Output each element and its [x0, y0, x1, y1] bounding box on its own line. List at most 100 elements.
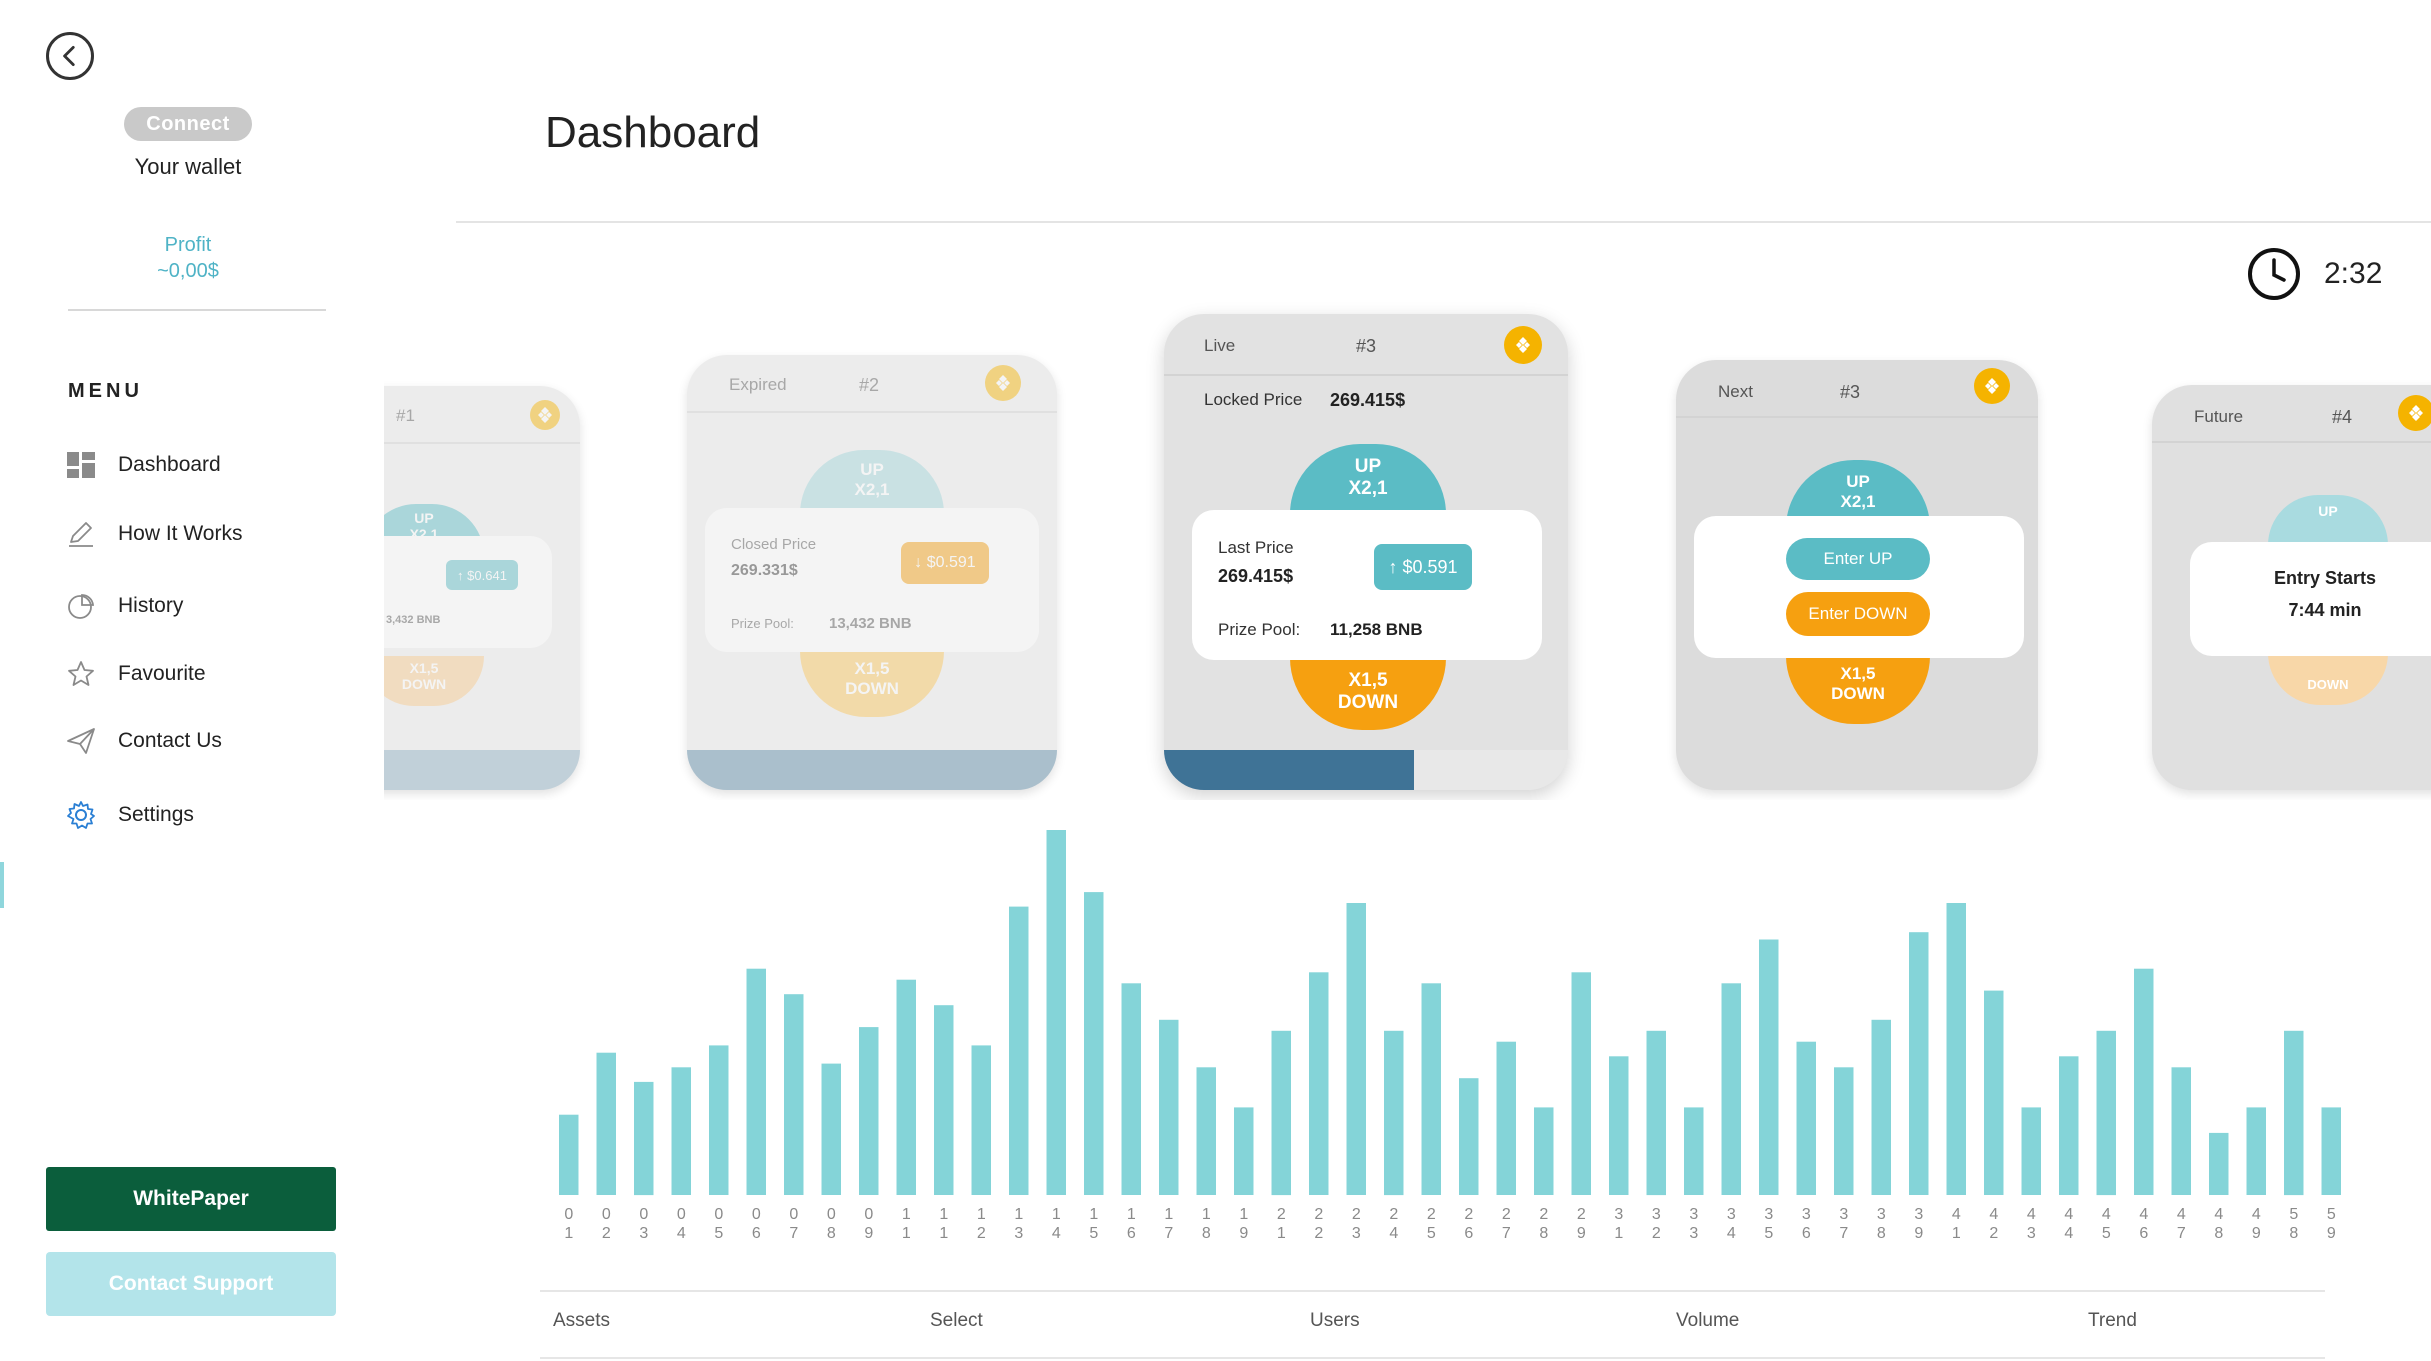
menu-item-dashboard[interactable]: Dashboard — [66, 445, 221, 485]
x-tick-label: 1 — [902, 1225, 911, 1242]
x-tick-label: 4 — [1989, 1206, 1998, 1223]
enter-down-button[interactable]: Enter DOWN — [1786, 592, 1930, 636]
chart-bar — [671, 1067, 691, 1195]
round-card-4-next[interactable]: Next #3 UP X2,1 X1,5 DOWN Enter UP Enter… — [1676, 360, 2038, 790]
up-section: UP X2,1 — [1290, 444, 1446, 514]
x-tick-label: 4 — [1389, 1225, 1398, 1242]
chart-bar — [859, 1027, 879, 1195]
x-tick-label: 2 — [1314, 1225, 1323, 1242]
card-info: Closed Price 269.331$ ↓ $0.591 Prize Poo… — [705, 508, 1039, 652]
chart-bar — [709, 1045, 729, 1195]
round-progress — [687, 750, 1057, 790]
menu-item-settings[interactable]: Settings — [66, 795, 194, 835]
menu-item-how-it-works[interactable]: How It Works — [66, 514, 242, 554]
x-tick-label: 2 — [602, 1225, 611, 1242]
contact-support-button[interactable]: Contact Support — [46, 1252, 336, 1316]
chart-bar — [1459, 1078, 1479, 1195]
x-tick-label: 7 — [1164, 1225, 1173, 1242]
x-tick-label: 9 — [1914, 1225, 1923, 1242]
profit-label: Profit — [164, 234, 212, 256]
column-header-assets[interactable]: Assets — [553, 1310, 610, 1332]
x-tick-label: 1 — [939, 1206, 948, 1223]
bnb-icon — [985, 365, 1021, 401]
x-tick-label: 0 — [827, 1206, 836, 1223]
round-timer: 2:32 — [2246, 246, 2382, 302]
x-tick-label: 9 — [2327, 1225, 2336, 1242]
down-section: X1,5 DOWN — [800, 651, 944, 717]
prize-pool-value: 3,432 BNB — [386, 614, 441, 626]
enter-up-button[interactable]: Enter UP — [1786, 538, 1930, 580]
prize-pool-label: Prize Pool: — [1218, 620, 1301, 639]
chart-bar — [1684, 1107, 1704, 1195]
x-tick-label: 8 — [1202, 1225, 1211, 1242]
down-label: DOWN — [1831, 684, 1885, 703]
round-card-3-live[interactable]: Live #3 Locked Price 269.415$ UP X2,1 X1… — [1164, 314, 1568, 790]
x-tick-label: 4 — [1727, 1225, 1736, 1242]
up-label: UP — [2318, 503, 2338, 519]
prize-pool-value: 11,258 BNB — [1330, 620, 1423, 639]
x-tick-label: 1 — [564, 1225, 573, 1242]
x-tick-label: 5 — [714, 1225, 723, 1242]
menu-item-label: Dashboard — [118, 453, 221, 476]
x-tick-label: 1 — [1052, 1206, 1061, 1223]
locked-price-label: Locked Price — [1204, 390, 1303, 409]
round-card-5-future[interactable]: Future #4 UP DOWN Entry Starts 7:44 min — [2152, 385, 2431, 790]
sidebar-divider — [68, 309, 326, 311]
x-tick-label: 2 — [1352, 1206, 1361, 1223]
x-tick-label: 4 — [2064, 1225, 2073, 1242]
x-tick-label: 4 — [2177, 1206, 2186, 1223]
round-card-2[interactable]: Expired #2 UP X2,1 X1,5 DOWN Closed Pric… — [687, 355, 1057, 790]
chart-bar — [1571, 972, 1591, 1195]
header-divider — [456, 221, 2431, 223]
x-tick-label: 2 — [1389, 1206, 1398, 1223]
round-card-1[interactable]: #1 UP X2,1 X1,5 DOWN ↑ $0.641 3,432 BNB — [384, 386, 580, 790]
bnb-icon — [1974, 368, 2010, 404]
column-header-users[interactable]: Users — [1310, 1310, 1360, 1332]
card-info: Enter UP Enter DOWN — [1694, 516, 2024, 658]
menu-item-contact-us[interactable]: Contact Us — [66, 721, 222, 761]
x-tick-label: 3 — [1689, 1225, 1698, 1242]
x-tick-label: 0 — [864, 1206, 873, 1223]
chart-bar — [1084, 892, 1104, 1195]
whitepaper-button[interactable]: WhitePaper — [46, 1167, 336, 1231]
round-number: #3 — [1356, 336, 1377, 356]
send-icon — [66, 726, 96, 756]
up-multiplier: X2,1 — [854, 480, 890, 499]
down-section: DOWN — [2268, 653, 2388, 705]
x-tick-label: 1 — [1614, 1225, 1623, 1242]
chart-bar — [1759, 939, 1779, 1195]
connect-button[interactable]: Connect — [124, 107, 252, 141]
x-tick-label: 2 — [1539, 1206, 1548, 1223]
x-tick-label: 1 — [1089, 1206, 1098, 1223]
entry-starts-label: Entry Starts — [2273, 568, 2377, 588]
up-section: UP — [2268, 495, 2388, 545]
column-header-select[interactable]: Select — [930, 1310, 983, 1332]
x-tick-label: 9 — [2252, 1225, 2261, 1242]
card-info: Entry Starts 7:44 min — [2190, 542, 2431, 656]
column-header-trend[interactable]: Trend — [2088, 1310, 2137, 1332]
x-tick-label: 5 — [1427, 1225, 1436, 1242]
chart-bar — [1309, 972, 1329, 1195]
x-tick-label: 3 — [1689, 1206, 1698, 1223]
menu-item-label: Contact Us — [118, 729, 222, 752]
chart-bar — [1234, 1107, 1254, 1195]
rounds-carousel: #1 UP X2,1 X1,5 DOWN ↑ $0.641 3,432 BNB … — [384, 300, 2431, 800]
x-tick-label: 0 — [677, 1206, 686, 1223]
x-tick-label: 4 — [1952, 1206, 1961, 1223]
column-header-volume[interactable]: Volume — [1676, 1310, 1739, 1332]
x-tick-label: 2 — [1314, 1206, 1323, 1223]
menu-item-favourite[interactable]: Favourite — [66, 654, 206, 694]
menu-heading: MENU — [68, 380, 143, 402]
up-section: UP X2,1 — [800, 450, 944, 514]
last-price-value: 269.415$ — [1218, 566, 1294, 586]
x-tick-label: 1 — [1014, 1206, 1023, 1223]
x-tick-label: 2 — [1464, 1206, 1473, 1223]
menu-item-history[interactable]: History — [66, 586, 183, 626]
chart-bar — [1496, 1041, 1516, 1195]
down-section: X1,5 DOWN — [1786, 656, 1930, 724]
x-tick-label: 3 — [1727, 1206, 1736, 1223]
x-tick-label: 9 — [1239, 1225, 1248, 1242]
back-button[interactable] — [46, 32, 94, 80]
chart-bar — [1609, 1056, 1629, 1195]
star-icon — [66, 659, 96, 689]
